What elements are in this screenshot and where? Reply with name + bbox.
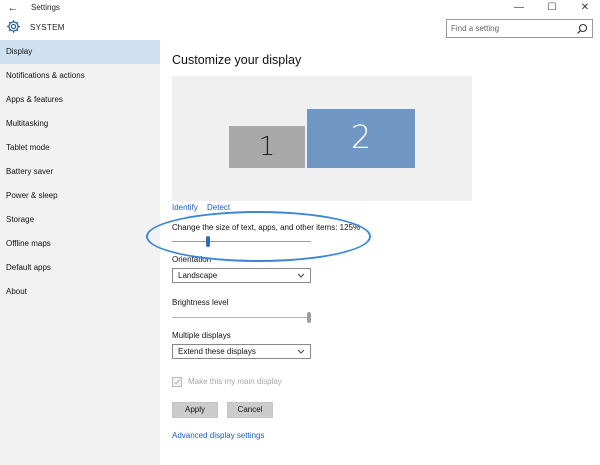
multiple-displays-dropdown[interactable]: Extend these displays [172, 344, 311, 359]
sidebar-item-apps-features[interactable]: Apps & features [0, 88, 160, 112]
sidebar-item-multitasking[interactable]: Multitasking [0, 112, 160, 136]
checkmark-icon [173, 379, 181, 385]
multiple-displays-value: Extend these displays [178, 347, 256, 356]
advanced-display-settings-link[interactable]: Advanced display settings [172, 431, 265, 440]
sidebar: Display Notifications & actions Apps & f… [0, 40, 160, 465]
window-title: Settings [31, 3, 60, 12]
search-input[interactable] [451, 22, 571, 35]
brightness-slider-thumb[interactable] [307, 312, 311, 323]
sidebar-item-default-apps[interactable]: Default apps [0, 256, 160, 280]
chevron-down-icon [297, 349, 305, 354]
scale-label: Change the size of text, apps, and other… [172, 223, 361, 232]
scale-slider-thumb[interactable] [205, 236, 210, 247]
back-arrow-icon[interactable]: ← [6, 1, 20, 15]
search-box[interactable] [446, 19, 593, 38]
detect-link[interactable]: Detect [207, 203, 230, 212]
minimize-button[interactable]: — [508, 0, 530, 16]
multiple-displays-label: Multiple displays [172, 331, 231, 340]
title-bar: ← Settings — ☐ ✕ [0, 0, 600, 16]
sidebar-item-notifications[interactable]: Notifications & actions [0, 64, 160, 88]
cancel-button[interactable]: Cancel [227, 402, 273, 418]
main-display-checkbox [172, 377, 182, 387]
page-title: Customize your display [172, 53, 302, 67]
gear-icon [7, 20, 20, 33]
brightness-label: Brightness level [172, 298, 229, 307]
sidebar-item-display[interactable]: Display [0, 40, 160, 64]
sidebar-item-tablet-mode[interactable]: Tablet mode [0, 136, 160, 160]
chevron-down-icon [297, 273, 305, 278]
main-content: Customize your display 1 2 Identify Dete… [160, 40, 600, 465]
identify-link[interactable]: Identify [172, 203, 198, 212]
monitor-arrangement[interactable]: 1 2 [172, 76, 472, 201]
scale-slider-track[interactable] [172, 241, 311, 242]
monitor-2[interactable]: 2 [307, 109, 415, 168]
brightness-slider-track[interactable] [172, 317, 311, 318]
maximize-button[interactable]: ☐ [541, 0, 563, 16]
sidebar-item-power-sleep[interactable]: Power & sleep [0, 184, 160, 208]
orientation-label: Orientation [172, 255, 212, 264]
close-button[interactable]: ✕ [574, 0, 596, 16]
apply-button[interactable]: Apply [172, 402, 218, 418]
settings-header: SYSTEM [0, 16, 600, 40]
sidebar-item-offline-maps[interactable]: Offline maps [0, 232, 160, 256]
sidebar-item-storage[interactable]: Storage [0, 208, 160, 232]
search-icon[interactable] [576, 23, 588, 35]
main-display-label: Make this my main display [188, 377, 282, 386]
orientation-value: Landscape [178, 271, 218, 280]
sidebar-item-battery-saver[interactable]: Battery saver [0, 160, 160, 184]
monitor-1[interactable]: 1 [229, 126, 305, 168]
section-title: SYSTEM [30, 23, 65, 32]
orientation-dropdown[interactable]: Landscape [172, 268, 311, 283]
sidebar-item-about[interactable]: About [0, 280, 160, 304]
